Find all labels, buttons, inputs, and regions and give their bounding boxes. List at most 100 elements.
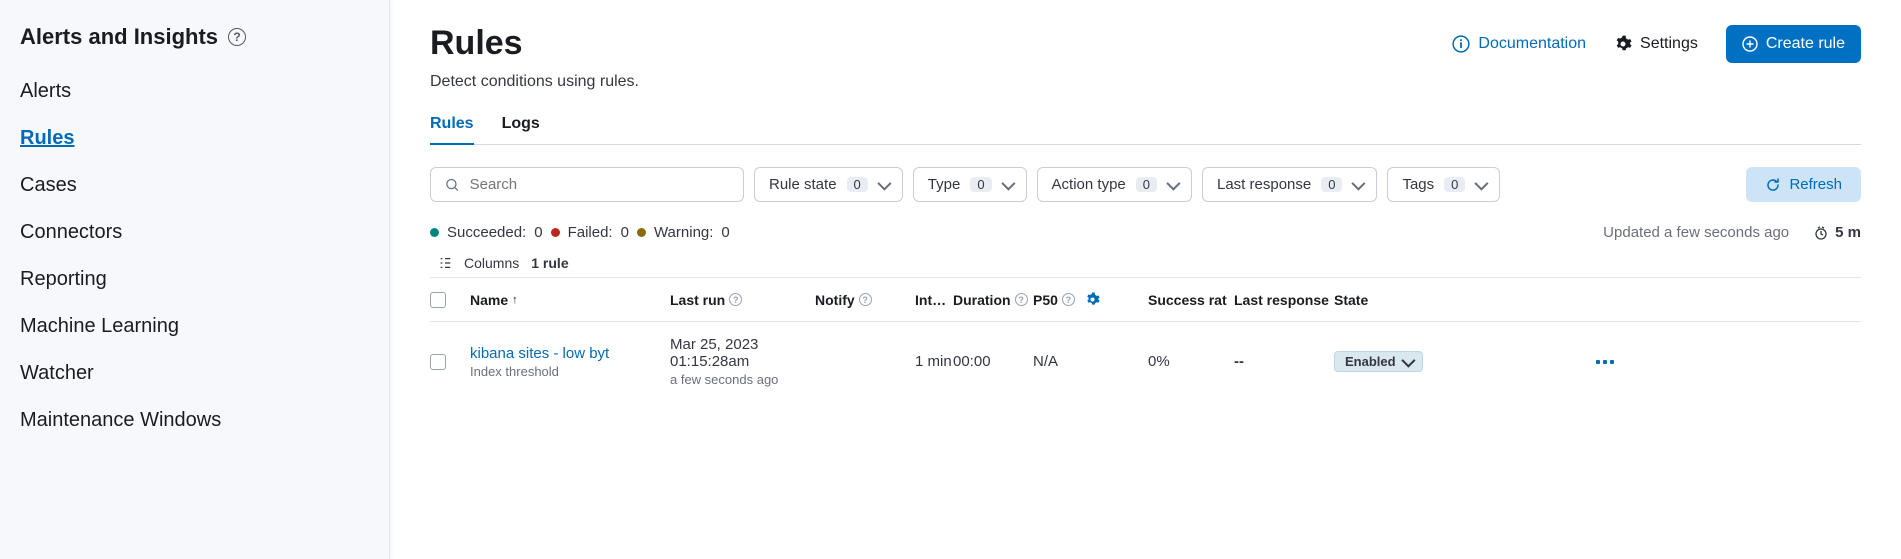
- columns-row: Columns 1 rule: [430, 255, 1861, 271]
- filter-type-count: 0: [970, 177, 991, 192]
- sidebar-item-rules[interactable]: Rules: [20, 115, 389, 162]
- gear-icon: [1614, 35, 1632, 53]
- status-warning-label: Warning:: [654, 224, 713, 241]
- filter-tags[interactable]: Tags 0: [1387, 167, 1500, 202]
- status-succeeded-label: Succeeded:: [447, 224, 526, 241]
- status-updated-text: Updated a few seconds ago: [1603, 224, 1789, 241]
- sidebar-item-machine-learning[interactable]: Machine Learning: [20, 303, 389, 350]
- main-content: Rules Documentation Settings: [390, 0, 1901, 559]
- cell-name: kibana sites - low byt Index threshold: [470, 345, 670, 379]
- th-p50[interactable]: P50 ?: [1033, 292, 1148, 308]
- status-succeeded-count: 0: [534, 224, 542, 241]
- table-row: kibana sites - low byt Index threshold M…: [430, 322, 1861, 401]
- th-state[interactable]: State: [1334, 292, 1456, 308]
- select-all-checkbox[interactable]: [430, 292, 446, 308]
- filter-type[interactable]: Type 0: [913, 167, 1027, 202]
- filter-rule-state[interactable]: Rule state 0: [754, 167, 903, 202]
- cell-duration: 00:00: [953, 353, 1033, 370]
- tab-logs[interactable]: Logs: [502, 115, 540, 144]
- cell-interval: 1 min: [915, 353, 953, 370]
- th-success-ratio[interactable]: Success rat: [1148, 292, 1234, 308]
- filter-rule-state-count: 0: [847, 177, 868, 192]
- sidebar-item-maintenance-windows[interactable]: Maintenance Windows: [20, 397, 389, 444]
- cell-last-response: --: [1234, 353, 1334, 370]
- chevron-down-icon: [877, 176, 891, 190]
- tab-rules[interactable]: Rules: [430, 115, 474, 145]
- th-checkbox: [430, 292, 470, 308]
- th-interval-label: Int…: [915, 292, 946, 308]
- cell-actions: [1596, 359, 1636, 365]
- filter-action-type[interactable]: Action type 0: [1037, 167, 1192, 202]
- th-interval[interactable]: Int…: [915, 292, 953, 308]
- documentation-icon: [1452, 35, 1470, 53]
- rules-table: Name ↑ Last run ? Notify ? Int… Duration…: [430, 277, 1861, 401]
- sidebar-item-cases[interactable]: Cases: [20, 162, 389, 209]
- th-notify[interactable]: Notify ?: [815, 292, 915, 308]
- cell-last-run: Mar 25, 2023 01:15:28am a few seconds ag…: [670, 336, 815, 387]
- search-box[interactable]: [430, 167, 744, 202]
- th-success-ratio-label: Success rat: [1148, 292, 1227, 308]
- documentation-link[interactable]: Documentation: [1452, 35, 1586, 53]
- filter-tags-count: 0: [1444, 177, 1465, 192]
- refresh-button[interactable]: Refresh: [1746, 167, 1861, 202]
- rule-count: 1 rule: [531, 255, 568, 271]
- header-actions: Documentation Settings Create rule: [1452, 25, 1861, 63]
- clock-icon: [1813, 225, 1829, 241]
- sidebar-heading[interactable]: Alerts and Insights ?: [20, 24, 389, 50]
- sidebar-item-reporting[interactable]: Reporting: [20, 256, 389, 303]
- page-subtitle: Detect conditions using rules.: [430, 73, 1861, 91]
- state-badge[interactable]: Enabled: [1334, 351, 1423, 372]
- page-header: Rules Documentation Settings: [430, 24, 1861, 63]
- last-run-value: Mar 25, 2023 01:15:28am: [670, 336, 815, 370]
- refresh-icon: [1765, 177, 1781, 193]
- sidebar-item-watcher[interactable]: Watcher: [20, 350, 389, 397]
- chevron-down-icon: [1001, 176, 1015, 190]
- filter-last-response[interactable]: Last response 0: [1202, 167, 1377, 202]
- status-right: Updated a few seconds ago 5 m: [1603, 224, 1861, 241]
- filter-last-response-count: 0: [1321, 177, 1342, 192]
- plus-circle-icon: [1742, 36, 1758, 52]
- state-badge-label: Enabled: [1345, 354, 1396, 369]
- documentation-label: Documentation: [1478, 35, 1586, 53]
- help-icon[interactable]: ?: [228, 28, 246, 46]
- cell-success-ratio: 0%: [1148, 353, 1234, 370]
- status-interval[interactable]: 5 m: [1813, 224, 1861, 241]
- chevron-down-icon: [1475, 176, 1489, 190]
- info-icon: ?: [729, 293, 742, 306]
- create-rule-button[interactable]: Create rule: [1726, 25, 1861, 63]
- th-state-label: State: [1334, 292, 1368, 308]
- columns-button[interactable]: Columns: [464, 255, 519, 271]
- settings-link[interactable]: Settings: [1614, 35, 1698, 53]
- status-warning-count: 0: [721, 224, 729, 241]
- status-failed-label: Failed:: [568, 224, 613, 241]
- filter-action-type-label: Action type: [1052, 176, 1126, 193]
- th-p50-label: P50: [1033, 292, 1058, 308]
- chevron-down-icon: [1166, 176, 1180, 190]
- filter-row: Rule state 0 Type 0 Action type 0 Last r…: [430, 167, 1861, 202]
- row-checkbox[interactable]: [430, 354, 446, 370]
- filter-tags-label: Tags: [1402, 176, 1434, 193]
- th-notify-label: Notify: [815, 292, 855, 308]
- rule-type-label: Index threshold: [470, 364, 670, 379]
- sidebar-item-alerts[interactable]: Alerts: [20, 68, 389, 115]
- rule-name-link[interactable]: kibana sites - low byt: [470, 345, 670, 362]
- page-title: Rules: [430, 24, 523, 63]
- sidebar-item-connectors[interactable]: Connectors: [20, 209, 389, 256]
- th-last-response[interactable]: Last response: [1234, 292, 1334, 308]
- th-name-label: Name: [470, 292, 508, 308]
- th-name[interactable]: Name ↑: [470, 292, 670, 308]
- th-last-run[interactable]: Last run ?: [670, 292, 815, 308]
- gear-icon[interactable]: [1085, 292, 1100, 307]
- filter-action-type-count: 0: [1136, 177, 1157, 192]
- last-run-relative: a few seconds ago: [670, 372, 815, 387]
- sort-up-icon: ↑: [512, 294, 518, 306]
- info-icon: ?: [859, 293, 872, 306]
- info-icon: ?: [1062, 293, 1075, 306]
- th-last-run-label: Last run: [670, 292, 725, 308]
- search-input[interactable]: [470, 176, 729, 193]
- filter-type-label: Type: [928, 176, 961, 193]
- th-duration-label: Duration: [953, 292, 1011, 308]
- row-actions-button[interactable]: [1596, 359, 1636, 365]
- refresh-label: Refresh: [1789, 176, 1842, 193]
- th-duration[interactable]: Duration ?: [953, 292, 1033, 308]
